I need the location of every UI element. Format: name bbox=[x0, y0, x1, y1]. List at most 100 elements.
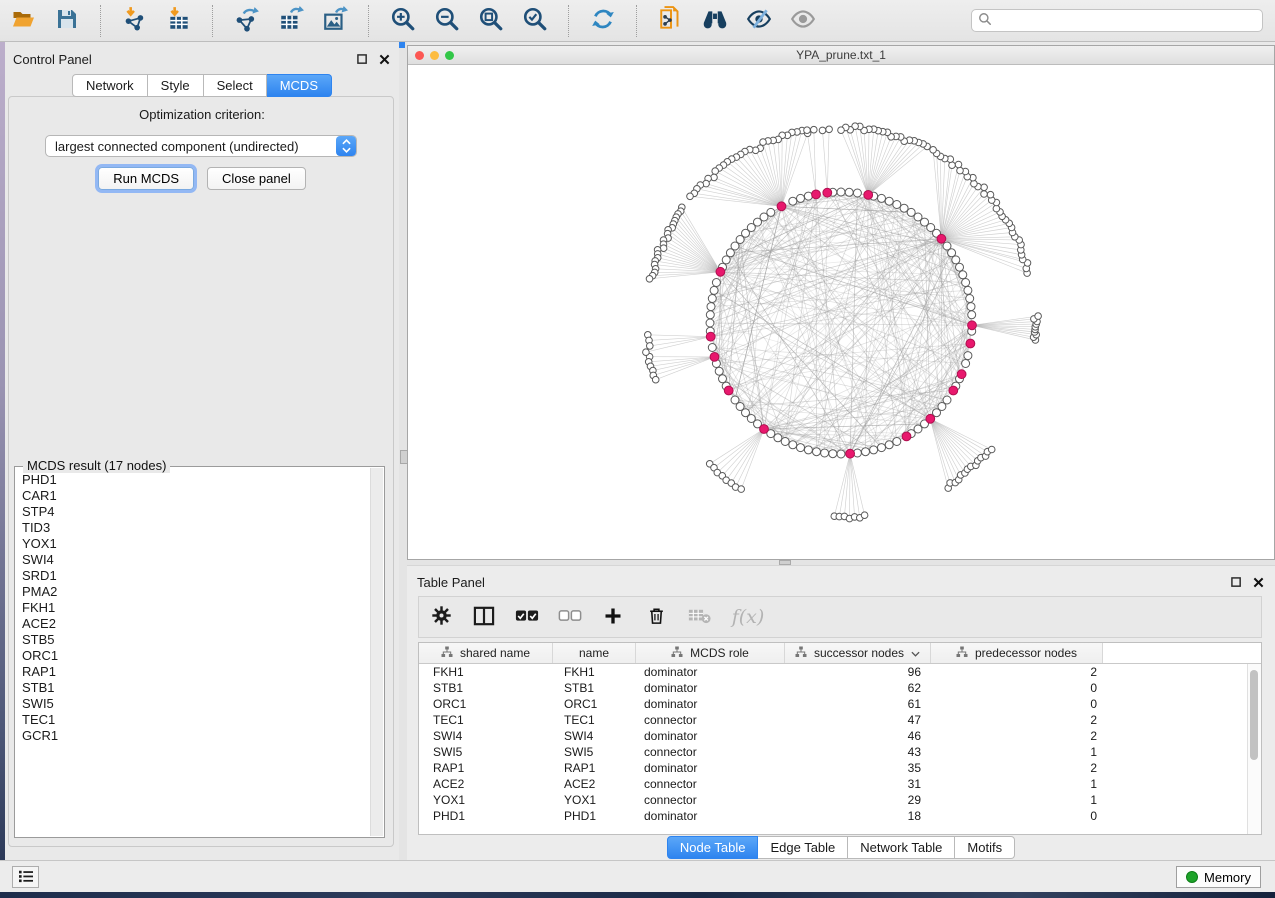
mcds-hub-node[interactable] bbox=[966, 339, 975, 348]
close-panel-icon[interactable] bbox=[1252, 576, 1265, 589]
zoom-in-button[interactable] bbox=[388, 6, 418, 36]
table-row[interactable]: TEC1TEC1connector472 bbox=[419, 712, 1261, 728]
export-image-button[interactable] bbox=[320, 6, 350, 36]
close-panel-icon[interactable] bbox=[378, 53, 391, 66]
table-row[interactable]: STB1STB1dominator620 bbox=[419, 680, 1261, 696]
mcds-hub-node[interactable] bbox=[716, 267, 725, 276]
mcds-hub-node[interactable] bbox=[864, 191, 873, 200]
mcds-hub-node[interactable] bbox=[724, 386, 733, 395]
mcds-hub-node[interactable] bbox=[949, 386, 958, 395]
column-settings-button[interactable] bbox=[429, 605, 453, 629]
mcds-hub-node[interactable] bbox=[777, 202, 786, 211]
float-panel-icon[interactable] bbox=[356, 53, 369, 66]
tab-edge-table[interactable]: Edge Table bbox=[758, 836, 848, 859]
minimize-traffic-light[interactable] bbox=[430, 51, 439, 60]
import-network-button[interactable] bbox=[120, 6, 150, 36]
column-header-predecessor-nodes[interactable]: predecessor nodes bbox=[931, 643, 1103, 663]
optimization-criterion-select[interactable]: largest connected component (undirected) bbox=[45, 135, 357, 157]
mcds-result-item[interactable]: TEC1 bbox=[22, 712, 371, 728]
delete-column-button[interactable] bbox=[644, 605, 668, 629]
column-header-mcds-role[interactable]: MCDS role bbox=[636, 643, 785, 663]
save-session-button[interactable] bbox=[52, 6, 82, 36]
maximize-traffic-light[interactable] bbox=[445, 51, 454, 60]
tab-style[interactable]: Style bbox=[148, 74, 204, 97]
table-scrollbar-thumb[interactable] bbox=[1250, 670, 1258, 760]
mcds-result-item[interactable]: FKH1 bbox=[22, 600, 371, 616]
refresh-button[interactable] bbox=[588, 6, 618, 36]
mcds-result-item[interactable]: PMA2 bbox=[22, 584, 371, 600]
table-row[interactable]: ORC1ORC1dominator610 bbox=[419, 696, 1261, 712]
split-view-button[interactable] bbox=[472, 605, 496, 629]
column-header-name[interactable]: name bbox=[553, 643, 636, 663]
mcds-result-item[interactable]: RAP1 bbox=[22, 664, 371, 680]
mcds-hub-node[interactable] bbox=[968, 321, 977, 330]
mcds-hub-node[interactable] bbox=[706, 332, 715, 341]
zoom-out-button[interactable] bbox=[432, 6, 462, 36]
table-row[interactable]: PHD1PHD1dominator180 bbox=[419, 808, 1261, 824]
select-all-button[interactable] bbox=[515, 605, 539, 629]
float-panel-icon[interactable] bbox=[1230, 576, 1243, 589]
table-cell: dominator bbox=[636, 729, 785, 743]
zoom-selected-button[interactable] bbox=[520, 6, 550, 36]
vertical-splitter[interactable] bbox=[399, 42, 407, 860]
mcds-result-item[interactable]: CAR1 bbox=[22, 488, 371, 504]
mcds-result-item[interactable]: STP4 bbox=[22, 504, 371, 520]
tab-network[interactable]: Network bbox=[72, 74, 148, 97]
mcds-hub-node[interactable] bbox=[710, 353, 719, 362]
tab-mcds[interactable]: MCDS bbox=[267, 74, 332, 97]
table-row[interactable]: RAP1RAP1dominator352 bbox=[419, 760, 1261, 776]
export-table-button[interactable] bbox=[276, 6, 306, 36]
table-cell: connector bbox=[636, 745, 785, 759]
export-web-button[interactable] bbox=[656, 6, 686, 36]
table-row[interactable]: ACE2ACE2connector311 bbox=[419, 776, 1261, 792]
column-header-successor-nodes[interactable]: successor nodes bbox=[785, 643, 931, 663]
mcds-hub-node[interactable] bbox=[812, 190, 821, 199]
mcds-result-item[interactable]: SRD1 bbox=[22, 568, 371, 584]
mcds-hub-node[interactable] bbox=[902, 432, 911, 441]
mcds-hub-node[interactable] bbox=[957, 370, 966, 379]
mcds-result-item[interactable]: TID3 bbox=[22, 520, 371, 536]
mcds-list-scrollbar[interactable] bbox=[370, 468, 383, 836]
mcds-hub-node[interactable] bbox=[823, 188, 832, 197]
mcds-hub-node[interactable] bbox=[937, 234, 946, 243]
network-graph-canvas[interactable] bbox=[408, 64, 1274, 559]
add-column-button[interactable] bbox=[601, 605, 625, 629]
memory-button[interactable]: Memory bbox=[1176, 866, 1261, 888]
export-network-button[interactable] bbox=[232, 6, 262, 36]
mcds-hub-node[interactable] bbox=[760, 425, 769, 434]
mcds-hub-node[interactable] bbox=[846, 449, 855, 458]
table-row[interactable]: FKH1FKH1dominator962 bbox=[419, 664, 1261, 680]
find-button[interactable] bbox=[700, 6, 730, 36]
open-file-button[interactable] bbox=[8, 6, 38, 36]
close-panel-button[interactable]: Close panel bbox=[207, 167, 306, 190]
mcds-result-item[interactable]: ORC1 bbox=[22, 648, 371, 664]
tab-select[interactable]: Select bbox=[204, 74, 267, 97]
mcds-result-item[interactable]: SWI4 bbox=[22, 552, 371, 568]
tab-node-table[interactable]: Node Table bbox=[667, 836, 759, 859]
tab-motifs[interactable]: Motifs bbox=[955, 836, 1015, 859]
mcds-hub-node[interactable] bbox=[926, 414, 935, 423]
search-input[interactable] bbox=[996, 13, 1256, 29]
mcds-result-item[interactable]: STB1 bbox=[22, 680, 371, 696]
hide-selected-button[interactable] bbox=[744, 6, 774, 36]
import-table-button[interactable] bbox=[164, 6, 194, 36]
column-header-shared-name[interactable]: shared name bbox=[419, 643, 553, 663]
mcds-result-item[interactable]: ACE2 bbox=[22, 616, 371, 632]
close-traffic-light[interactable] bbox=[415, 51, 424, 60]
table-row[interactable]: SWI5SWI5connector431 bbox=[419, 744, 1261, 760]
mcds-result-item[interactable]: PHD1 bbox=[22, 472, 371, 488]
table-row[interactable]: YOX1YOX1connector291 bbox=[419, 792, 1261, 808]
tab-network-table[interactable]: Network Table bbox=[848, 836, 955, 859]
task-history-button[interactable] bbox=[12, 866, 39, 888]
mcds-result-item[interactable]: STB5 bbox=[22, 632, 371, 648]
mcds-result-item[interactable]: GCR1 bbox=[22, 728, 371, 744]
run-mcds-button[interactable]: Run MCDS bbox=[98, 167, 194, 190]
zoom-fit-button[interactable] bbox=[476, 6, 506, 36]
table-row[interactable]: SWI4SWI4dominator462 bbox=[419, 728, 1261, 744]
network-window-titlebar[interactable]: YPA_prune.txt_1 bbox=[408, 46, 1274, 65]
mcds-result-item[interactable]: YOX1 bbox=[22, 536, 371, 552]
deselect-all-button[interactable] bbox=[558, 605, 582, 629]
table-scrollbar[interactable] bbox=[1247, 664, 1261, 834]
mcds-result-item[interactable]: SWI5 bbox=[22, 696, 371, 712]
table-cell: PHD1 bbox=[553, 809, 636, 823]
